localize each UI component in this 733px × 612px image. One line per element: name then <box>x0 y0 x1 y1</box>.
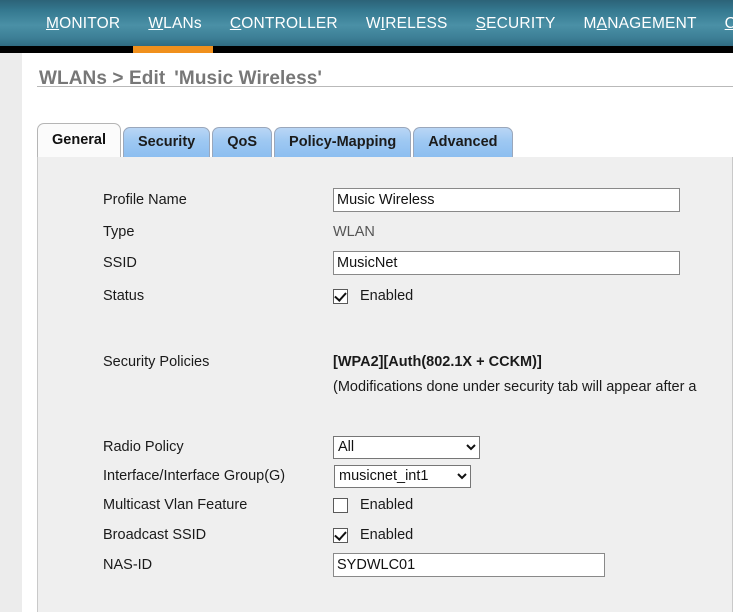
nav-active-indicator <box>133 46 213 53</box>
status-checkbox[interactable] <box>333 288 348 304</box>
label-nas-id: NAS-ID <box>103 557 153 573</box>
nav-security-mnemonic: S <box>475 15 487 32</box>
nav-item-security[interactable]: SECURITY <box>462 15 570 33</box>
label-profile-name: Profile Name <box>103 192 187 208</box>
top-navigation-bar: MONITOR WLANs CONTROLLER WIRELESS SECURI… <box>0 0 733 46</box>
row-ssid: SSID <box>103 251 713 275</box>
nav-item-wireless[interactable]: WIRELESS <box>352 15 462 33</box>
nav-wireless-rest: RELESS <box>385 15 448 32</box>
nav-controller-mnemonic: C <box>229 15 242 32</box>
row-nas-id: NAS-ID <box>103 553 713 577</box>
value-security-policies: [WPA2][Auth(802.1X + CCKM)] (Modificatio… <box>333 350 697 399</box>
label-security-policies: Security Policies <box>103 354 210 370</box>
label-interface-group: Interface/Interface Group(G) <box>103 468 286 484</box>
nav-item-management[interactable]: MANAGEMENT <box>570 15 711 33</box>
tab-list: General Security QoS Policy-Mapping Adva… <box>37 123 515 157</box>
nav-item-commands[interactable]: C <box>711 15 733 33</box>
row-interface-group: Interface/Interface Group(G) musicnet_in… <box>103 464 713 488</box>
nav-wireless-pre: W <box>365 15 381 32</box>
label-broadcast-ssid: Broadcast SSID <box>103 527 207 543</box>
row-multicast-vlan: Multicast Vlan Feature Enabled <box>103 493 713 517</box>
row-profile-name: Profile Name <box>103 188 713 212</box>
label-status: Status <box>103 288 145 304</box>
ssid-input[interactable] <box>333 251 680 275</box>
broadcast-ssid-checkbox-label: Enabled <box>360 527 414 543</box>
row-status: Status Enabled <box>103 284 713 308</box>
tab-bottom-border <box>37 86 733 87</box>
value-status: Enabled <box>333 284 413 308</box>
general-settings-form: Profile Name Type WLAN SSID Status Enabl… <box>37 157 733 612</box>
nav-item-wlans[interactable]: WLANs <box>134 15 216 33</box>
value-multicast-vlan: Enabled <box>333 493 413 517</box>
value-profile-name <box>333 188 680 212</box>
status-checkbox-label: Enabled <box>360 288 414 304</box>
interface-group-select[interactable]: musicnet_int1 <box>334 464 471 488</box>
label-radio-policy: Radio Policy <box>103 439 184 455</box>
nav-item-controller[interactable]: CONTROLLER <box>216 15 352 33</box>
tab-general[interactable]: General <box>37 123 121 157</box>
security-policies-note: (Modifications done under security tab w… <box>333 379 697 395</box>
nav-management-mnemonic: A <box>596 15 608 32</box>
row-security-policies: Security Policies [WPA2][Auth(802.1X + C… <box>103 350 732 400</box>
tab-qos[interactable]: QoS <box>212 127 273 157</box>
security-policies-value: [WPA2][Auth(802.1X + CCKM)] <box>333 354 542 370</box>
nas-id-input[interactable] <box>333 553 605 577</box>
nav-menu: MONITOR WLANs CONTROLLER WIRELESS SECURI… <box>0 0 733 46</box>
value-broadcast-ssid: Enabled <box>333 523 413 547</box>
row-broadcast-ssid: Broadcast SSID Enabled <box>103 523 713 547</box>
multicast-vlan-checkbox[interactable] <box>333 497 348 513</box>
nav-wlans-mnemonic: W <box>148 15 164 32</box>
nav-monitor-mnemonic: M <box>46 15 60 32</box>
label-multicast-vlan: Multicast Vlan Feature <box>103 497 248 513</box>
row-type: Type WLAN <box>103 220 713 244</box>
value-ssid <box>333 251 680 275</box>
multicast-vlan-checkbox-label: Enabled <box>360 497 414 513</box>
nav-item-monitor[interactable]: MONITOR <box>32 15 134 33</box>
content-panel: WLANs > Edit 'Music Wireless' General Sec… <box>22 53 733 612</box>
row-radio-policy: Radio Policy All <box>103 435 713 459</box>
nav-management-pre: M <box>583 15 597 32</box>
label-ssid: SSID <box>103 255 137 271</box>
nav-commands-mnemonic: C <box>724 15 733 32</box>
tab-strip: General Security QoS Policy-Mapping Adva… <box>22 123 733 157</box>
left-gutter <box>0 53 22 612</box>
nav-security-rest: ECURITY <box>486 15 556 32</box>
value-interface-group: musicnet_int1 <box>334 464 471 488</box>
nav-management-rest: NAGEMENT <box>607 15 697 32</box>
nav-monitor-rest: ONITOR <box>59 15 121 32</box>
tab-policy-mapping[interactable]: Policy-Mapping <box>274 127 412 157</box>
tab-security[interactable]: Security <box>123 127 211 157</box>
value-radio-policy: All <box>333 435 480 459</box>
nav-controller-rest: ONTROLLER <box>241 15 338 32</box>
broadcast-ssid-checkbox[interactable] <box>333 527 348 543</box>
label-type: Type <box>103 224 135 240</box>
tab-advanced[interactable]: Advanced <box>413 127 513 157</box>
value-type: WLAN <box>333 224 375 240</box>
nav-wlans-rest: LANs <box>163 15 202 32</box>
profile-name-input[interactable] <box>333 188 680 212</box>
nav-underline-strip <box>0 46 733 53</box>
radio-policy-select[interactable]: All <box>333 435 480 459</box>
value-nas-id <box>333 553 605 577</box>
